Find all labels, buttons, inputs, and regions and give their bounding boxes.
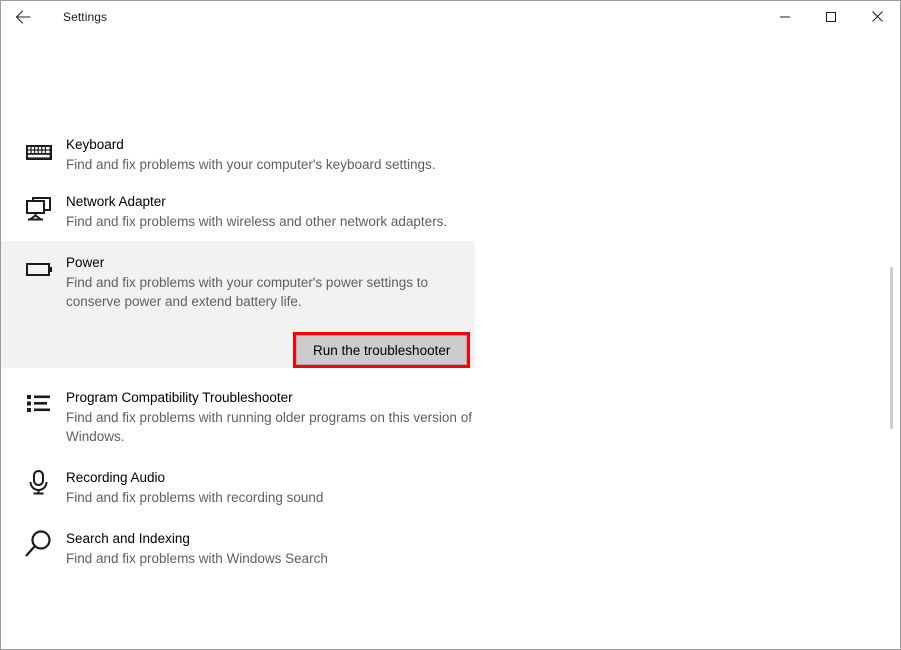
header-mask [1,32,881,116]
troubleshooter-item-program-compatibility[interactable]: Program Compatibility Troubleshooter Fin… [1,374,881,456]
troubleshooter-item-keyboard[interactable]: Keyboard Find and fix problems with your… [1,127,881,184]
run-troubleshooter-highlight: Run the troubleshooter [293,332,471,368]
troubleshooter-description: Find and fix problems with Windows Searc… [66,551,328,566]
troubleshooter-description: Find and fix problems with recording sou… [66,490,324,505]
caption-button-group [762,1,900,32]
troubleshooter-name: Recording Audio [66,470,166,485]
scrollbar-thumb[interactable] [890,267,893,429]
magnifier-icon [23,529,55,559]
run-troubleshooter-button[interactable]: Run the troubleshooter [296,335,468,365]
vertical-scrollbar[interactable] [886,32,898,649]
back-arrow-icon [13,7,33,27]
app-title: Settings [63,9,108,24]
settings-content: Find and fix problems with connecting to… [1,32,900,649]
program-list-icon [23,390,55,420]
troubleshooter-text: Power Find and fix problems with your co… [66,253,475,311]
minimize-button[interactable] [762,1,808,32]
troubleshooter-description: Find and fix problems with your computer… [66,275,428,309]
troubleshooter-description: Find and fix problems with your computer… [66,157,436,172]
minimize-icon [779,11,791,23]
troubleshooter-name: Keyboard [66,137,124,152]
troubleshooter-description: Find and fix problems with wireless and … [66,214,448,229]
troubleshooter-text: Network Adapter Find and fix problems wi… [66,192,476,231]
troubleshooter-name: Power [66,255,105,270]
title-bar: Settings [1,1,900,32]
troubleshooter-text: Program Compatibility Troubleshooter Fin… [66,388,476,446]
settings-window: Settings Keyboard Find and fix problems … [0,0,901,650]
microphone-icon [23,468,55,498]
troubleshooter-name: Network Adapter [66,194,166,209]
troubleshooter-item-search-and-indexing[interactable]: Search and Indexing Find and fix problem… [1,517,881,578]
keyboard-icon [23,137,55,167]
troubleshooter-text: Keyboard Find and fix problems with your… [66,135,476,174]
troubleshooter-text: Recording Audio Find and fix problems wi… [66,468,476,507]
close-button[interactable] [854,1,900,32]
back-button[interactable] [1,1,45,32]
troubleshooter-item-power[interactable]: Power Find and fix problems with your co… [1,241,475,368]
troubleshooter-name: Program Compatibility Troubleshooter [66,390,293,405]
power-action-row: Run the troubleshooter [1,332,475,368]
troubleshooter-item-recording-audio[interactable]: Recording Audio Find and fix problems wi… [1,456,881,517]
troubleshooter-text: Search and Indexing Find and fix problem… [66,529,476,568]
troubleshooter-description: Find and fix problems with running older… [66,410,472,444]
troubleshooter-item-network-adapter[interactable]: Network Adapter Find and fix problems wi… [1,184,881,241]
close-icon [871,10,884,23]
maximize-button[interactable] [808,1,854,32]
network-adapter-icon [23,194,55,224]
troubleshooter-name: Search and Indexing [66,531,190,546]
maximize-icon [825,11,837,23]
battery-icon [23,254,55,284]
